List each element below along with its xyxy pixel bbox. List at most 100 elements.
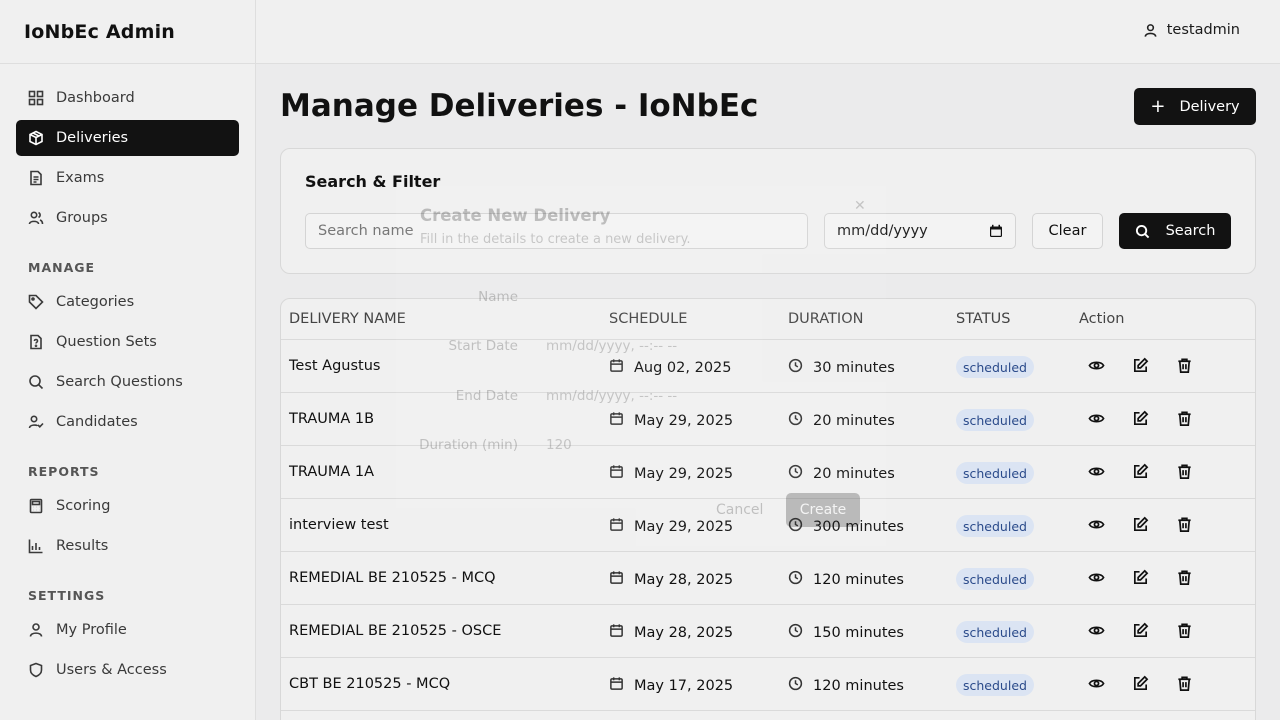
sidebar-item-deliveries[interactable]: Deliveries (16, 120, 239, 156)
delete-icon[interactable] (1176, 516, 1194, 534)
sidebar-item-search-questions[interactable]: Search Questions (16, 364, 239, 400)
calendar-icon (609, 358, 634, 377)
view-icon[interactable] (1088, 622, 1106, 640)
duration-value: 30 minutes (813, 359, 895, 376)
section-title-manage: MANAGE (28, 260, 96, 275)
column-header-schedule[interactable]: SCHEDULE (609, 311, 687, 327)
table-row[interactable]: REMEDIAL BE 210525 - MCQ May 28, 2025 120 … (281, 552, 1255, 605)
schedule-cell: May 17, 2025 (609, 676, 733, 695)
view-icon[interactable] (1088, 357, 1106, 375)
search-input[interactable]: Search name (305, 213, 808, 249)
search-button[interactable]: Search (1119, 213, 1231, 249)
view-icon[interactable] (1088, 410, 1106, 428)
duration-value: 20 minutes (813, 412, 895, 429)
table-row[interactable]: CBT BE 210525 - MCQ May 17, 2025 120 minut… (281, 658, 1255, 711)
view-icon[interactable] (1088, 675, 1106, 693)
delete-icon[interactable] (1176, 569, 1194, 587)
schedule-date: May 28, 2025 (634, 571, 734, 588)
duration-cell: 120 minutes (788, 676, 904, 695)
sidebar-nav: Dashboard Deliveries Exams Groups MANAGE… (0, 64, 255, 708)
deliveries-table: DELIVERY NAME SCHEDULE DURATION STATUS A… (280, 298, 1256, 720)
sidebar-item-candidates[interactable]: Candidates (16, 404, 239, 440)
date-filter-input[interactable]: mm/dd/yyyy (824, 213, 1016, 249)
table-row[interactable]: Test Agustus Aug 02, 2025 30 minutes schedu… (281, 340, 1255, 393)
calendar-icon[interactable] (989, 224, 1003, 238)
sidebar-item-label: Users & Access (56, 662, 167, 678)
sidebar-item-users-access[interactable]: Users & Access (16, 652, 239, 688)
status-badge: scheduled (956, 674, 1034, 696)
delete-icon[interactable] (1176, 410, 1194, 428)
sidebar-item-exams[interactable]: Exams (16, 160, 239, 196)
schedule-date: May 17, 2025 (634, 677, 734, 694)
plus-icon: + (1150, 95, 1166, 117)
schedule-cell: May 28, 2025 (609, 623, 733, 642)
clock-icon (788, 623, 813, 642)
edit-icon[interactable] (1132, 622, 1150, 640)
section-title-settings: SETTINGS (28, 588, 106, 603)
status-badge: scheduled (956, 356, 1034, 378)
clear-button[interactable]: Clear (1032, 213, 1103, 249)
duration-value: 120 minutes (813, 571, 904, 588)
sidebar-item-question-sets[interactable]: Question Sets (16, 324, 239, 360)
delivery-name-cell: TRAUMA 1A (289, 464, 374, 480)
clock-icon (788, 570, 813, 589)
column-header-duration[interactable]: DURATION (788, 311, 863, 327)
edit-icon[interactable] (1132, 569, 1150, 587)
delivery-name-cell: Test Agustus (289, 358, 380, 374)
delivery-name-cell: CBT BE 210525 - MCQ (289, 676, 450, 692)
table-row[interactable]: TRAUMA 1B May 29, 2025 20 minutes scheduled (281, 393, 1255, 446)
view-icon[interactable] (1088, 516, 1106, 534)
view-icon[interactable] (1088, 463, 1106, 481)
sidebar-item-groups[interactable]: Groups (16, 200, 239, 236)
calendar-icon (609, 464, 634, 483)
table-row[interactable]: interview test May 29, 2025 300 minutes sch… (281, 499, 1255, 552)
clock-icon (788, 464, 813, 483)
delete-icon[interactable] (1176, 463, 1194, 481)
column-header-status[interactable]: STATUS (956, 311, 1010, 327)
delivery-name-cell: REMEDIAL BE 210525 - OSCE (289, 623, 501, 639)
edit-icon[interactable] (1132, 410, 1150, 428)
view-icon[interactable] (1088, 569, 1106, 587)
delete-icon[interactable] (1176, 622, 1194, 640)
edit-icon[interactable] (1132, 357, 1150, 375)
tag-icon (28, 294, 44, 310)
status-badge: scheduled (956, 621, 1034, 643)
schedule-date: Aug 02, 2025 (634, 359, 732, 376)
edit-icon[interactable] (1132, 516, 1150, 534)
edit-icon[interactable] (1132, 675, 1150, 693)
schedule-cell: Aug 02, 2025 (609, 358, 732, 377)
section-title-reports: REPORTS (28, 464, 100, 479)
delivery-name: Test Agustus (289, 358, 381, 374)
edit-icon[interactable] (1132, 463, 1150, 481)
user-icon (28, 622, 44, 638)
schedule-date: May 29, 2025 (634, 518, 734, 535)
table-header: DELIVERY NAME SCHEDULE DURATION STATUS A… (281, 299, 1255, 340)
user-menu[interactable]: testadmin (1143, 22, 1240, 38)
sidebar-item-results[interactable]: Results (16, 528, 239, 564)
delete-icon[interactable] (1176, 675, 1194, 693)
schedule-date: May 29, 2025 (634, 412, 734, 429)
sidebar-item-my-profile[interactable]: My Profile (16, 612, 239, 648)
status-badge: scheduled (956, 515, 1034, 537)
calendar-icon (609, 570, 634, 589)
table-row[interactable]: REMEDIAL BE 210525 - OSCE May 28, 2025 150… (281, 605, 1255, 658)
schedule-cell: May 28, 2025 (609, 570, 733, 589)
sidebar-item-categories[interactable]: Categories (16, 284, 239, 320)
app-title: IoNbEc Admin (0, 0, 255, 64)
sidebar-item-label: Candidates (56, 414, 138, 430)
schedule-cell: May 29, 2025 (609, 517, 733, 536)
table-row[interactable]: TRAUMA 1A May 29, 2025 20 minutes scheduled (281, 446, 1255, 499)
duration-cell: 30 minutes (788, 358, 895, 377)
delete-icon[interactable] (1176, 357, 1194, 375)
column-header-delivery-name[interactable]: DELIVERY NAME (289, 311, 406, 327)
add-delivery-label: Delivery (1179, 98, 1240, 115)
page-title: Manage Deliveries - IoNbEc (280, 88, 759, 124)
delivery-name-cell: TRAUMA 1B (289, 411, 374, 427)
sidebar-item-scoring[interactable]: Scoring (16, 488, 239, 524)
delivery-name: REMEDIAL BE 210525 - OSCE (289, 623, 502, 639)
delivery-name: CBT BE 210525 - MCQ (289, 676, 451, 692)
main-content: Manage Deliveries - IoNbEc + Delivery Se… (256, 64, 1280, 720)
add-delivery-button[interactable]: + Delivery (1134, 88, 1256, 125)
sidebar-item-dashboard[interactable]: Dashboard (16, 80, 239, 116)
search-button-label: Search (1165, 223, 1216, 239)
